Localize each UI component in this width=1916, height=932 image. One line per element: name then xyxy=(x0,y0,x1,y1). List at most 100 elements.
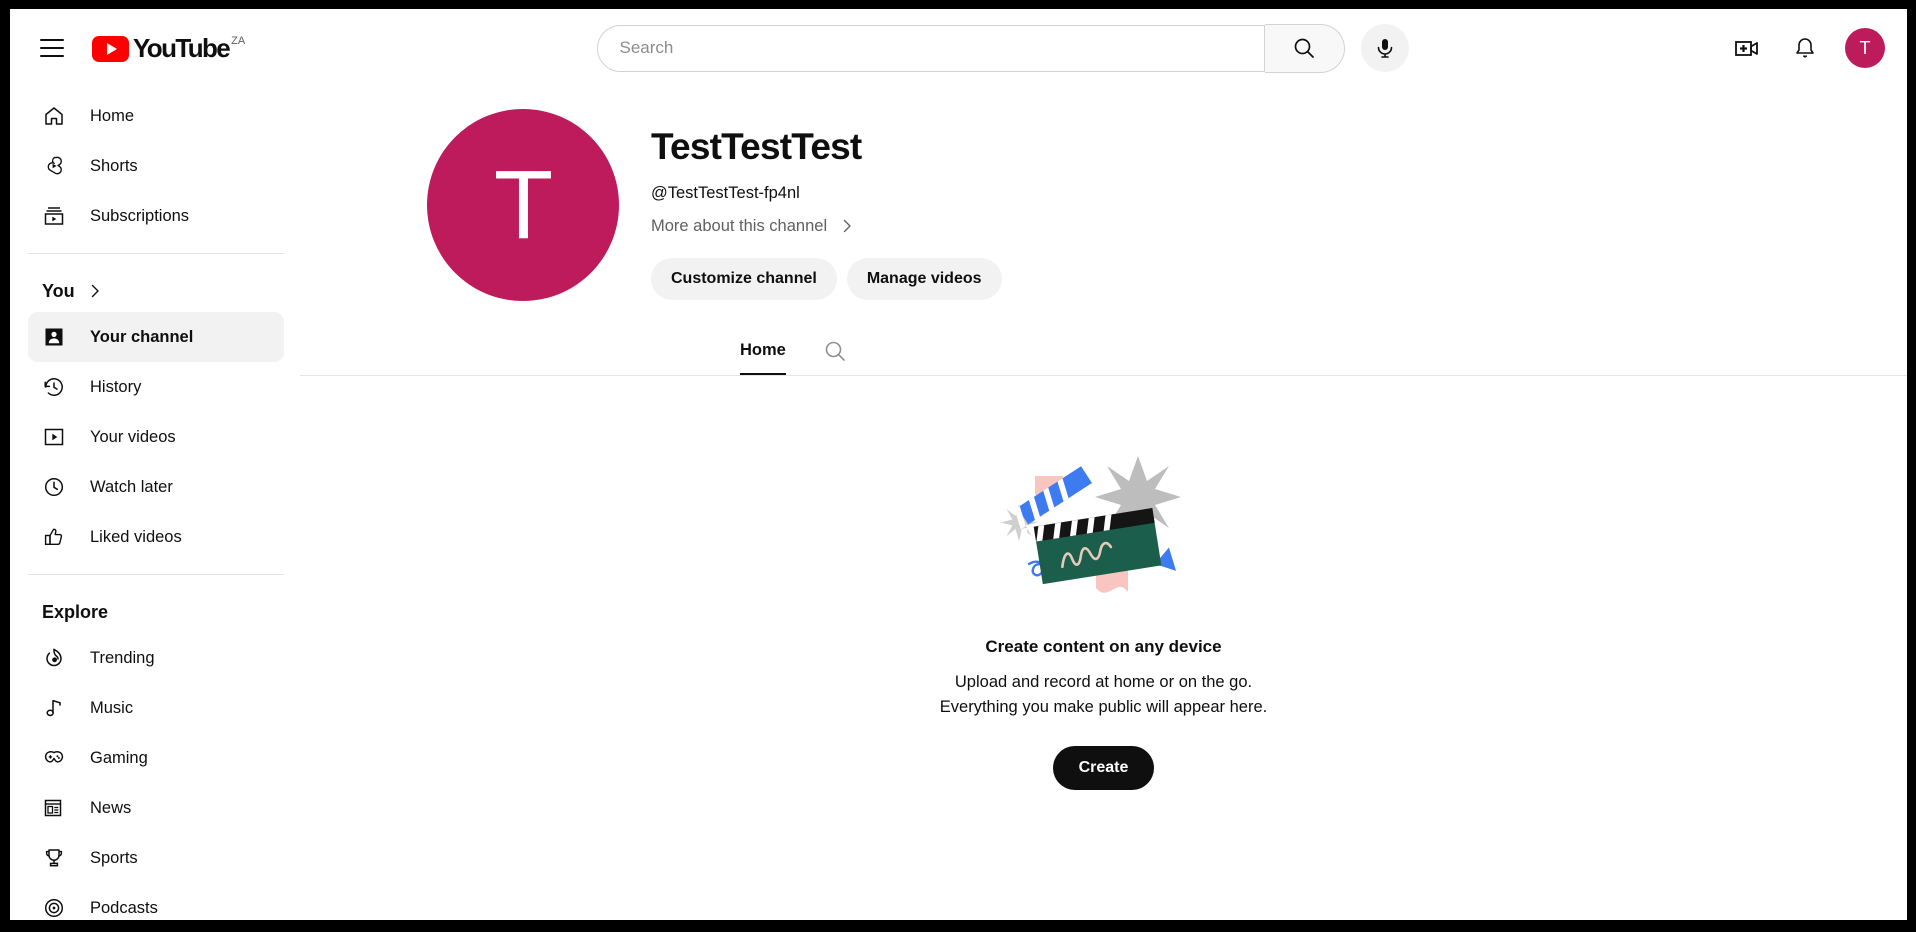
main-content: T TestTestTest @TestTestTest-fp4nl More … xyxy=(300,87,1907,920)
newspaper-icon xyxy=(42,796,66,820)
sidebar-item-podcasts[interactable]: Podcasts xyxy=(28,883,284,920)
sidebar: Home Shorts Subscriptions You Your chann… xyxy=(10,87,300,920)
sidebar-primary-section: Home Shorts Subscriptions xyxy=(28,87,300,241)
sidebar-item-your-videos[interactable]: Your videos xyxy=(28,412,284,462)
sidebar-item-sports[interactable]: Sports xyxy=(28,833,284,883)
empty-state-line-1: Upload and record at home or on the go. xyxy=(954,673,1253,691)
sidebar-label: Sports xyxy=(90,849,138,867)
sidebar-label: News xyxy=(90,799,132,817)
subscriptions-icon xyxy=(42,204,66,228)
sidebar-you-header[interactable]: You xyxy=(28,270,300,312)
search-container xyxy=(565,23,1409,73)
sidebar-label: Trending xyxy=(90,649,155,667)
search-input[interactable] xyxy=(619,38,1264,58)
create-video-icon xyxy=(1735,41,1758,56)
sidebar-item-music[interactable]: Music xyxy=(28,683,284,733)
sidebar-item-news[interactable]: News xyxy=(28,783,284,833)
masthead-center xyxy=(290,23,1723,73)
sidebar-divider-2 xyxy=(28,574,284,575)
bell-icon xyxy=(1796,38,1814,58)
more-about-channel-link[interactable]: More about this channel xyxy=(651,216,855,236)
sidebar-label: Watch later xyxy=(90,478,173,496)
trophy-icon xyxy=(42,846,66,870)
channel-search-button[interactable] xyxy=(814,330,856,372)
history-icon xyxy=(42,375,66,399)
youtube-logo-text: YouTube xyxy=(133,33,231,63)
create-video-button[interactable] xyxy=(1723,24,1771,72)
thumbs-up-icon xyxy=(42,525,66,549)
channel-action-buttons: Customize channel Manage videos xyxy=(651,258,1002,300)
masthead-start: YouTube ZA xyxy=(10,24,290,72)
search-icon xyxy=(1294,38,1314,58)
tab-label: Home xyxy=(740,341,786,359)
search-box[interactable] xyxy=(596,24,1265,72)
sidebar-label: Home xyxy=(90,107,135,125)
browser-viewport: YouTube ZA Search T Home Shorts Subscrip… xyxy=(10,9,1907,920)
home-icon xyxy=(42,104,66,128)
empty-state-description: Upload and record at home or on the go. … xyxy=(940,670,1267,720)
gamepad-icon xyxy=(42,746,66,770)
channel-avatar[interactable]: T xyxy=(427,109,619,301)
sidebar-explore-header: Explore xyxy=(28,591,300,633)
sidebar-label: History xyxy=(90,378,142,396)
search-icon xyxy=(825,341,845,361)
channel-name: TestTestTest xyxy=(651,126,862,167)
create-button[interactable]: Create xyxy=(1052,746,1155,790)
shorts-icon xyxy=(42,154,66,178)
manage-videos-button[interactable]: Manage videos xyxy=(846,258,1002,300)
podcast-icon xyxy=(42,896,66,920)
channel-handle: @TestTestTest-fp4nl xyxy=(651,184,800,202)
sidebar-label: Music xyxy=(90,699,134,717)
sidebar-item-watch-later[interactable]: Watch later xyxy=(28,462,284,512)
sidebar-label: Podcasts xyxy=(90,899,158,917)
more-about-label: More about this channel xyxy=(651,217,828,235)
screenshot-frame: YouTube ZA Search T Home Shorts Subscrip… xyxy=(0,0,1916,932)
voice-search-button[interactable] xyxy=(1360,24,1409,72)
sidebar-label: Gaming xyxy=(90,749,148,767)
sidebar-item-shorts[interactable]: Shorts xyxy=(28,141,284,191)
hamburger-bars xyxy=(40,39,64,57)
sidebar-label: Your videos xyxy=(90,428,176,446)
sidebar-item-subscriptions[interactable]: Subscriptions xyxy=(28,191,284,241)
music-note-icon xyxy=(42,696,66,720)
sidebar-item-home[interactable]: Home xyxy=(28,91,284,141)
sidebar-explore-section: Explore Trending Music Gaming News Sport… xyxy=(28,587,300,920)
youtube-country-code: ZA xyxy=(231,35,246,47)
search-submit-button[interactable] xyxy=(1264,23,1345,73)
sidebar-explore-label: Explore xyxy=(42,601,109,622)
channel-metadata: TestTestTest @TestTestTest-fp4nl More ab… xyxy=(619,109,1002,301)
tab-home[interactable]: Home xyxy=(740,325,786,376)
chevron-right-icon xyxy=(87,283,103,299)
channel-tabs: Home xyxy=(300,325,1907,376)
sidebar-label: Shorts xyxy=(90,157,138,175)
sidebar-item-your-channel[interactable]: Your channel xyxy=(28,312,284,362)
youtube-play-icon xyxy=(92,36,129,62)
sidebar-divider-1 xyxy=(28,253,284,254)
sidebar-label: Your channel xyxy=(90,328,194,346)
sidebar-item-trending[interactable]: Trending xyxy=(28,633,284,683)
empty-state: Create content on any device Upload and … xyxy=(300,452,1907,790)
youtube-logo[interactable]: YouTube ZA xyxy=(92,33,245,63)
sidebar-you-section: You Your channel History Your videos Wat… xyxy=(28,266,300,562)
channel-header: T TestTestTest @TestTestTest-fp4nl More … xyxy=(300,87,1907,301)
sidebar-item-history[interactable]: History xyxy=(28,362,284,412)
sidebar-item-gaming[interactable]: Gaming xyxy=(28,733,284,783)
notifications-button[interactable] xyxy=(1781,24,1829,72)
your-videos-icon xyxy=(42,425,66,449)
sidebar-item-liked-videos[interactable]: Liked videos xyxy=(28,512,284,562)
sidebar-you-label: You xyxy=(42,280,75,301)
empty-state-title: Create content on any device xyxy=(985,637,1222,656)
masthead-end: T xyxy=(1723,24,1907,72)
microphone-icon xyxy=(1377,39,1392,58)
clapperboard-illustration xyxy=(1000,456,1181,593)
customize-channel-button[interactable]: Customize channel xyxy=(651,258,837,300)
hamburger-menu-icon[interactable] xyxy=(28,24,76,72)
chevron-right-icon xyxy=(839,218,855,234)
account-avatar[interactable]: T xyxy=(1845,28,1885,68)
sidebar-label: Liked videos xyxy=(90,528,182,546)
masthead: YouTube ZA Search T xyxy=(10,9,1907,87)
empty-state-line-2: Everything you make public will appear h… xyxy=(939,698,1268,716)
sidebar-label: Subscriptions xyxy=(90,207,190,225)
clock-icon xyxy=(42,475,66,499)
person-icon xyxy=(42,325,66,349)
